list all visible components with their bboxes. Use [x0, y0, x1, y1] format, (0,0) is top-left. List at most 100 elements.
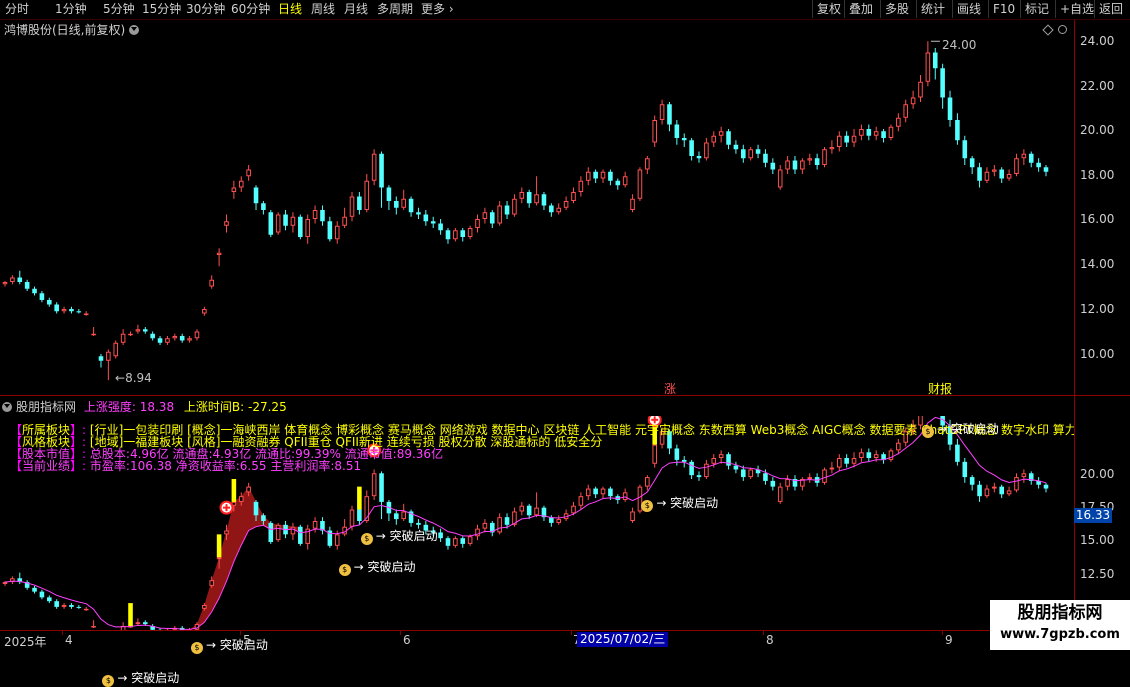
indicator-candle	[830, 462, 834, 473]
candle	[1007, 170, 1011, 181]
period-multi[interactable]: 多周期	[377, 2, 413, 17]
indicator-body	[239, 497, 243, 502]
candle-body	[460, 230, 465, 237]
period-60min[interactable]: 60分钟	[231, 2, 270, 17]
fuquan-button[interactable]: 复权	[812, 0, 845, 18]
event-zhang-badge[interactable]: 涨	[664, 380, 676, 397]
back-button[interactable]: 返回	[1094, 0, 1127, 18]
candle-body	[17, 278, 22, 283]
candle-body	[107, 352, 111, 360]
low-price-label: ←8.94	[115, 371, 152, 385]
candle	[402, 190, 406, 210]
candle-body	[919, 82, 923, 97]
candle	[372, 149, 376, 185]
mark-button[interactable]: 标记	[1020, 0, 1053, 18]
indicator-dropdown-icon[interactable]	[2, 402, 12, 412]
event-earnings-badge[interactable]: 财报	[928, 380, 952, 397]
candle-body	[837, 136, 841, 146]
indicator-body	[505, 517, 510, 525]
candle	[180, 334, 185, 343]
indicator-body	[734, 466, 739, 470]
candle-body	[180, 336, 185, 341]
candle-body	[786, 161, 790, 169]
period-1min[interactable]: 1分钟	[55, 2, 87, 17]
overlay-button[interactable]: 叠加	[844, 0, 877, 18]
indicator-candle	[756, 466, 761, 477]
cursor-date-box: 2025/07/02/三	[577, 632, 668, 647]
candle	[210, 275, 214, 289]
candle	[719, 127, 723, 143]
f10-button[interactable]: F10	[988, 0, 1019, 18]
month-tick	[240, 631, 241, 635]
candle	[438, 219, 443, 235]
indicator-body	[579, 497, 583, 506]
candle	[350, 192, 354, 221]
candle-body	[350, 197, 354, 216]
candle	[40, 291, 45, 302]
period-daily[interactable]: 日线	[278, 2, 302, 17]
candle-body	[749, 150, 753, 158]
candle-body	[874, 132, 878, 136]
candle	[343, 208, 347, 228]
breakout-signal[interactable]: $→ 突破启动	[339, 558, 416, 576]
draw-line-button[interactable]: 画线	[952, 0, 985, 18]
candle-body	[11, 278, 15, 282]
indicator-body	[749, 470, 753, 477]
indicator-candle	[867, 448, 872, 461]
indicator-candle	[387, 500, 392, 521]
candle-body	[77, 311, 82, 312]
candle-body	[660, 105, 664, 120]
candle	[867, 125, 872, 141]
indicator-body	[808, 478, 812, 479]
breakout-signal[interactable]: $→ 突破启动	[361, 527, 438, 545]
candle	[557, 203, 561, 214]
month-label: 9	[945, 633, 953, 647]
candle	[815, 154, 820, 170]
indicator-body	[837, 459, 841, 468]
candle	[601, 170, 605, 184]
candle	[926, 41, 930, 86]
stats-button[interactable]: 统计	[916, 0, 949, 18]
candle-body	[195, 332, 199, 338]
watermark-url: www.7gpzb.com	[990, 626, 1130, 644]
candle-body	[1044, 167, 1049, 172]
add-watchlist-button[interactable]: +自选	[1055, 0, 1098, 18]
candle-body	[933, 53, 938, 69]
candle-body	[1036, 163, 1041, 168]
candle	[335, 221, 339, 244]
high-price-label: 24.00	[942, 38, 976, 52]
candle	[962, 136, 967, 165]
period-monthly[interactable]: 月线	[344, 2, 368, 17]
candle-body	[926, 53, 930, 81]
multi-stock-button[interactable]: 多股	[880, 0, 913, 18]
indicator-body	[786, 480, 790, 487]
candle	[1036, 158, 1041, 172]
period-fenshi[interactable]: 分时	[5, 2, 29, 17]
period-30min[interactable]: 30分钟	[186, 2, 225, 17]
indicator-candle	[298, 525, 303, 546]
period-5min[interactable]: 5分钟	[103, 2, 135, 17]
indicator-body	[1022, 474, 1026, 477]
candlestick-chart[interactable]	[0, 20, 1074, 395]
period-weekly[interactable]: 周线	[311, 2, 335, 17]
candle	[446, 228, 451, 244]
breakout-signal[interactable]: $→ 突破启动	[922, 420, 999, 438]
indicator-body	[350, 510, 354, 526]
candle	[84, 311, 88, 316]
candle-body	[564, 202, 568, 208]
indicator-body	[675, 448, 680, 459]
breakout-signal[interactable]: $→ 突破启动	[102, 669, 179, 687]
candle-body	[756, 149, 761, 154]
candle	[615, 179, 620, 190]
indicator-body	[993, 487, 997, 488]
candle	[793, 156, 798, 174]
period-15min[interactable]: 15分钟	[142, 2, 181, 17]
period-more[interactable]: 更多 ›	[421, 2, 454, 17]
candle-body	[897, 118, 901, 126]
indicator-body	[778, 487, 782, 501]
money-bag-icon: $	[339, 564, 351, 576]
candle	[940, 64, 945, 109]
breakout-signal[interactable]: $→ 突破启动	[641, 494, 718, 512]
candle-body	[741, 149, 746, 158]
candle-body	[593, 172, 598, 179]
